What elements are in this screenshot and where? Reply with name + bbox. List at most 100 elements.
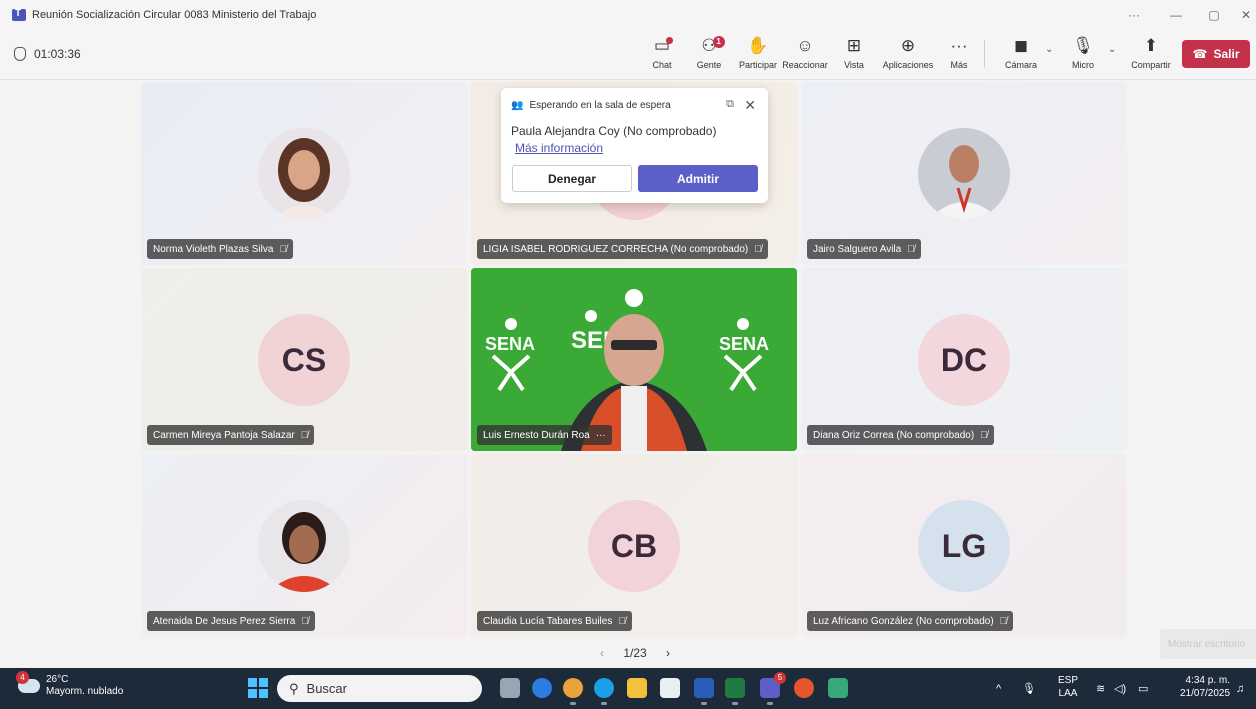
windows-start-icon[interactable] [248,678,268,698]
raise-hand-button[interactable]: ✋ Participar [734,35,782,75]
pagination: ‹ 1/23 › [600,644,670,662]
participant-tile[interactable]: LG Luz Africano González (No comprobado)… [801,454,1127,637]
wifi-icon[interactable]: ≋ [1096,668,1105,709]
mic-off-icon: 🎙̸ [999,615,1008,627]
mic-off-tray-icon[interactable]: 🎙 [1022,668,1036,709]
store-icon[interactable] [660,678,680,698]
copilot-icon[interactable] [532,678,552,698]
excel-icon[interactable] [725,678,745,705]
svg-text:SENA: SENA [719,334,769,354]
notification-bell-icon[interactable]: ♫ [1236,668,1244,709]
participant-tile[interactable]: CS Carmen Mireya Pantoja Salazar 🎙̸ [141,268,467,451]
window-title: Reunión Socialización Circular 0083 Mini… [32,9,317,21]
mic-off-icon: 🎙̸ [301,615,309,627]
participant-name: Carmen Mireya Pantoja Salazar 🎙̸ [147,425,315,445]
participant-name: Jairo Salguero Avila 🎙̸ [807,239,921,259]
maximize-button[interactable]: ▢ [1200,0,1228,30]
people-icon: ⚇ 1 [701,35,725,57]
share-icon: ⬆ [1143,36,1159,55]
participant-name: Atenaida De Jesus Perez Sierra 🎙̸ [147,611,315,631]
toolbar-divider [984,40,985,68]
more-info-link[interactable]: Más información [515,141,603,155]
mic-button[interactable]: 🎙 Micro [1068,35,1098,75]
waiting-person-name: Paula Alejandra Coy (No comprobado) [511,124,717,138]
file-explorer-icon[interactable] [627,678,647,698]
mic-options-chevron-icon[interactable]: ⌄ [1108,44,1116,55]
title-bar: Reunión Socialización Circular 0083 Mini… [0,0,1256,30]
camera-button[interactable]: ◼ Cámara [1002,35,1040,75]
participant-name: Claudia Lucía Tabares Builes 🎙̸ [477,611,632,631]
volume-icon[interactable]: ◁) [1114,668,1126,709]
meeting-timer: 01:03:36 [14,47,81,61]
camera-options-chevron-icon[interactable]: ⌄ [1045,44,1053,55]
pin-icon[interactable]: ⧉ [726,98,734,111]
chevron-right-icon[interactable]: › [666,646,670,660]
participant-name: LIGIA ISABEL RODRIGUEZ CORRECHA (No comp… [477,239,768,259]
participant-initials: DC [918,314,1010,406]
search-icon: ⚲ [289,680,299,696]
react-button[interactable]: ☺ Reaccionar [782,35,828,75]
chat-button[interactable]: ▭ Chat [648,35,676,75]
chrome-icon[interactable] [563,678,583,705]
view-button[interactable]: ⊞ Vista [840,35,868,75]
apps-icon: ⊕ [900,36,916,55]
mic-off-icon: 🎙̸ [618,615,626,627]
participant-tile[interactable]: CB Claudia Lucía Tabares Builes 🎙̸ [471,454,797,637]
participant-name: Luis Ernesto Durán Roa ··· [477,425,612,445]
people-group-icon: 👥 [511,100,524,111]
clock[interactable]: 4:34 p. m. 21/07/2025 [1180,674,1230,700]
participant-photo [918,128,1010,220]
shield-icon [14,47,26,61]
participant-tile[interactable]: Jairo Salguero Avila 🎙̸ [801,82,1127,265]
mic-off-icon: 🎙̸ [754,243,762,255]
leave-button[interactable]: ☎ Salir [1182,40,1250,68]
close-window-button[interactable]: ✕ [1232,0,1256,30]
language-indicator[interactable]: ESP LAA [1058,674,1078,700]
lobby-header: 👥 Esperando en la sala de espera [511,100,671,111]
weather-widget[interactable]: 4 26°C Mayorm. nublado [16,671,123,698]
chevron-up-icon[interactable]: ^ [996,668,1001,709]
task-view-icon[interactable] [500,678,520,698]
mic-off-icon: 🎙̸ [279,243,287,255]
meeting-toolbar: 01:03:36 ▭ Chat ⚇ 1 Gente ✋ Participar ☺ … [0,30,1256,80]
participant-initials: CS [258,314,350,406]
mic-off-icon: 🎙̸ [300,429,309,441]
show-desktop-button[interactable]: Mostrar escritorio [1160,629,1256,659]
timer-text: 01:03:36 [34,47,81,61]
participant-initials: LG [918,500,1010,592]
apps-button[interactable]: ⊕ Aplicaciones [880,35,936,75]
video-stage: Norma Violeth Plazas Silva🎙̸ LR LIGIA IS… [0,80,1256,668]
app-icon[interactable] [828,678,848,698]
camera-off-icon: ◼ [1013,36,1029,55]
share-button[interactable]: ⬆ Compartir [1126,35,1176,75]
window-more-button[interactable]: ··· [1120,0,1148,30]
participant-tile[interactable]: Norma Violeth Plazas Silva 🎙̸ [141,82,467,265]
word-icon[interactable] [694,678,714,705]
admit-button[interactable]: Admitir [638,165,758,192]
view-icon: ⊞ [846,36,862,55]
edge-icon[interactable] [594,678,614,705]
battery-icon[interactable]: ▭ [1138,668,1148,709]
participant-video-tile[interactable]: SENA SENA SENA Luis Ernesto Durán Roa ··· [471,268,797,451]
participant-photo [258,128,350,220]
phone-icon: ☎ [1192,47,1208,61]
people-button[interactable]: ⚇ 1 Gente [694,35,725,75]
brave-icon[interactable] [794,678,814,698]
more-button[interactable]: ··· Más [946,35,972,75]
more-options-icon: ··· [595,429,606,441]
mic-off-icon: 🎙̸ [907,243,915,255]
minimize-button[interactable]: — [1162,0,1190,30]
emoji-icon: ☺ [796,36,814,55]
taskbar-search[interactable]: ⚲ Buscar [277,675,482,702]
mic-off-icon: 🎙 [1072,36,1094,55]
close-icon[interactable]: ✕ [744,97,756,114]
teams-icon[interactable]: 5 [760,672,786,705]
deny-button[interactable]: Denegar [512,165,632,192]
teams-logo-icon [12,8,26,21]
windows-taskbar: 4 26°C Mayorm. nublado ⚲ Buscar 5 ^ 🎙 ES… [0,668,1256,709]
participant-initials: CB [588,500,680,592]
chevron-left-icon[interactable]: ‹ [600,646,604,660]
participant-name: Luz Africano González (No comprobado) 🎙̸ [807,611,1014,631]
participant-tile[interactable]: Atenaida De Jesus Perez Sierra 🎙̸ [141,454,467,637]
participant-tile[interactable]: DC Diana Oriz Correa (No comprobado) 🎙̸ [801,268,1127,451]
